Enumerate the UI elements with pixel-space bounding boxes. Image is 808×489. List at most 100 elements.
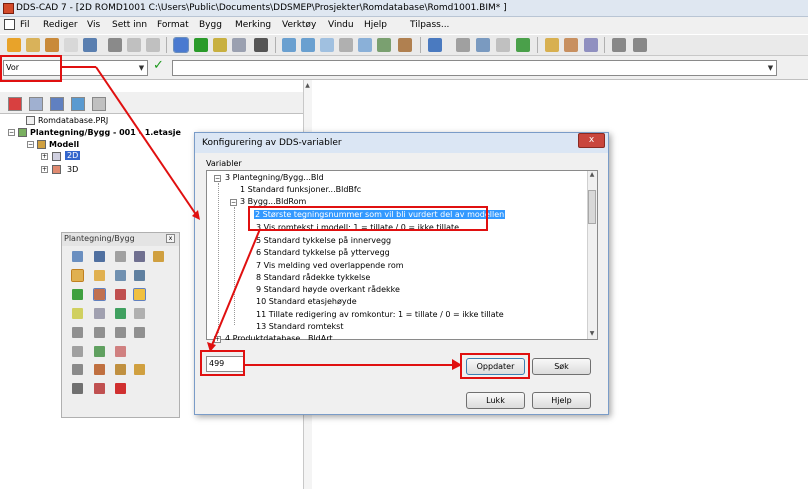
wall-icon[interactable] (94, 251, 105, 262)
close-icon[interactable]: x (578, 133, 605, 148)
print-icon[interactable] (108, 38, 122, 52)
menu-tilpass[interactable]: Tilpass... (410, 20, 449, 30)
close-button[interactable]: Lukk (466, 392, 525, 409)
zoom-window-icon[interactable] (301, 38, 315, 52)
menu-logo-icon[interactable] (4, 19, 15, 30)
menu-vis[interactable]: Vis (87, 20, 100, 30)
tree-tab-project-icon[interactable] (8, 97, 22, 111)
expand-icon[interactable]: + (41, 166, 48, 173)
tree-item-model[interactable]: Modell (49, 140, 79, 149)
library-icon[interactable] (564, 38, 578, 52)
edit-icon[interactable] (115, 308, 126, 319)
elevation-icon[interactable] (134, 327, 145, 338)
scroll-up-icon[interactable]: ▲ (303, 82, 312, 91)
ramp-icon[interactable] (72, 346, 83, 357)
railing-icon[interactable] (94, 346, 105, 357)
roof-icon[interactable] (115, 251, 126, 262)
tree-tab-library-icon[interactable] (71, 97, 85, 111)
list-icon[interactable] (496, 38, 510, 52)
folder-icon[interactable] (45, 38, 59, 52)
dimension-icon[interactable] (94, 308, 105, 319)
table-icon[interactable] (476, 38, 490, 52)
menu-rediger[interactable]: Rediger (43, 20, 78, 30)
select-mode-icon[interactable] (173, 37, 189, 53)
grid-icon[interactable] (456, 38, 470, 52)
folder-open-icon[interactable] (545, 38, 559, 52)
collapse-icon[interactable]: − (214, 175, 221, 182)
grid-tool-icon[interactable] (72, 327, 83, 338)
filter-icon[interactable] (339, 38, 353, 52)
wizard-icon[interactable] (7, 38, 21, 52)
layer-icon[interactable] (232, 38, 246, 52)
chair-icon[interactable] (94, 383, 105, 394)
scroll-up-icon[interactable]: ▲ (587, 171, 597, 180)
label-icon[interactable] (115, 364, 126, 375)
view-icon[interactable] (358, 38, 372, 52)
window-icon[interactable] (93, 288, 106, 301)
zone-icon[interactable] (133, 288, 146, 301)
help-button[interactable]: Hjelp (532, 392, 591, 409)
tree-tab-views-icon[interactable] (50, 97, 64, 111)
menu-fil[interactable]: Fil (20, 20, 30, 30)
house-icon[interactable] (134, 364, 145, 375)
menu-sett-inn[interactable]: Sett inn (112, 20, 147, 30)
tree-tab-layers-icon[interactable] (29, 97, 43, 111)
command-combo[interactable] (172, 60, 777, 76)
tree-item-2d[interactable]: 2D (65, 151, 81, 160)
delete-icon[interactable] (115, 383, 126, 394)
beam-icon[interactable] (134, 270, 145, 281)
menu-vindu[interactable]: Vindu (328, 20, 354, 30)
scroll-down-icon[interactable]: ▼ (587, 330, 597, 339)
tag-icon[interactable] (94, 364, 105, 375)
check-icon[interactable] (516, 38, 530, 52)
scrollbar-thumb[interactable] (588, 190, 596, 224)
var-row[interactable]: 11 Tillate redigering av romkontur: 1 = … (256, 310, 504, 319)
chart-icon[interactable] (428, 38, 442, 52)
menu-verktoy[interactable]: Verktøy (282, 20, 316, 30)
collapse-icon[interactable]: − (8, 129, 15, 136)
close-icon[interactable]: x (166, 234, 175, 243)
redo-icon[interactable] (146, 38, 160, 52)
terrain-icon[interactable] (72, 364, 83, 375)
hatch-icon[interactable] (134, 308, 145, 319)
section-icon[interactable] (115, 327, 126, 338)
open-icon[interactable] (26, 38, 40, 52)
collapse-icon[interactable]: − (230, 199, 237, 206)
menu-merking[interactable]: Merking (235, 20, 271, 30)
symbol-icon[interactable] (115, 346, 126, 357)
align-icon[interactable] (612, 38, 626, 52)
menu-bygg[interactable]: Bygg (199, 20, 222, 30)
column-icon[interactable] (115, 270, 126, 281)
zoom-all-icon[interactable] (320, 38, 334, 52)
arrow-right-icon[interactable] (194, 38, 208, 52)
distribute-icon[interactable] (633, 38, 647, 52)
slab-icon[interactable] (94, 270, 105, 281)
plot-icon[interactable] (377, 38, 391, 52)
save-icon[interactable] (83, 38, 97, 52)
search-button[interactable]: Søk (532, 358, 591, 375)
level-icon[interactable] (94, 327, 105, 338)
opening-icon[interactable] (115, 289, 126, 300)
zoom-icon[interactable] (282, 38, 296, 52)
new-icon[interactable] (64, 38, 78, 52)
settings-icon[interactable] (398, 38, 412, 52)
floor-icon[interactable] (71, 269, 84, 282)
room-icon[interactable] (72, 251, 83, 262)
tree-item-3d[interactable]: 3D (67, 165, 78, 174)
var-row[interactable]: 3 Bygg...BldRom (240, 197, 306, 206)
stairs-icon[interactable] (134, 251, 145, 262)
collapse-icon[interactable]: − (27, 141, 34, 148)
expand-icon[interactable]: + (41, 153, 48, 160)
text-icon[interactable] (72, 308, 83, 319)
menu-format[interactable]: Format (157, 20, 189, 30)
var-row[interactable]: 1 Standard funksjoner...BldBfc (240, 185, 361, 194)
document-icon[interactable] (584, 38, 598, 52)
tools-icon[interactable] (254, 38, 268, 52)
object-icon[interactable] (213, 38, 227, 52)
undo-icon[interactable] (127, 38, 141, 52)
door-icon[interactable] (72, 289, 83, 300)
var-row[interactable]: 3 Plantegning/Bygg...Bld (225, 173, 324, 182)
furniture-icon[interactable] (153, 251, 164, 262)
chevron-down-icon[interactable]: ▼ (765, 61, 776, 75)
import-icon[interactable] (72, 383, 83, 394)
